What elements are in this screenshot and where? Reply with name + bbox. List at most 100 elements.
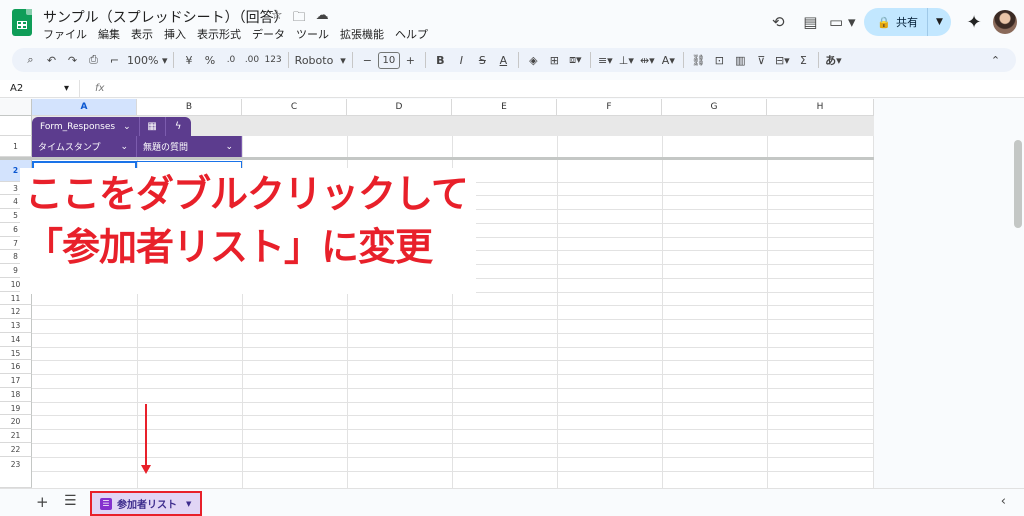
menu-file[interactable]: ファイル xyxy=(43,26,87,42)
insert-comment-icon[interactable]: ⊡ xyxy=(709,50,730,70)
row-header-15[interactable]: 15 xyxy=(0,347,32,360)
menu-edit[interactable]: 編集 xyxy=(98,26,120,42)
comments-icon[interactable]: ▤ xyxy=(794,8,826,36)
row-header-21[interactable]: 21 xyxy=(0,429,32,443)
redo-icon[interactable]: ↷ xyxy=(62,50,83,70)
menu-data[interactable]: データ xyxy=(252,26,285,42)
sheet-tab-dropdown-icon[interactable]: ▼ xyxy=(186,500,191,508)
decrease-decimal-button[interactable]: .0 xyxy=(220,50,241,70)
table-name: Form_Responses xyxy=(40,121,116,132)
row-header-18[interactable]: 18 xyxy=(0,388,32,402)
sheets-window: サンプル（スプレッドシート）（回答） ☆ 🗀 ☁ ファイル 編集 表示 挿入 表… xyxy=(0,0,1024,516)
table-view-icon[interactable]: ▦ xyxy=(138,117,165,136)
number-format-button[interactable]: 123 xyxy=(262,50,283,70)
row-header-14[interactable]: 14 xyxy=(0,333,32,347)
horizontal-align-icon[interactable]: ≡▾ xyxy=(595,50,616,70)
column-header-c[interactable]: C xyxy=(242,99,347,116)
annotation-line-1: ここをダブルクリックして xyxy=(25,172,469,216)
freeze-divider[interactable] xyxy=(0,157,874,160)
sheet-tab[interactable]: ☰ 参加者リスト ▼ xyxy=(90,491,202,516)
explore-collapse-icon[interactable]: ‹ xyxy=(1001,494,1006,509)
input-tools-button[interactable]: あ ▾ xyxy=(823,50,844,70)
column-header-b[interactable]: B xyxy=(137,99,242,116)
paint-format-icon[interactable]: ⌐ xyxy=(104,50,125,70)
meet-icon[interactable]: ▭ ▾ xyxy=(826,8,858,36)
avatar[interactable] xyxy=(993,10,1017,34)
name-box-dropdown-icon[interactable]: ▾ xyxy=(64,83,69,94)
column-header-a[interactable]: A xyxy=(32,99,137,116)
row-header-22[interactable]: 22 xyxy=(0,443,32,457)
table-column-header-timestamp[interactable]: タイムスタンプ ⌄ xyxy=(32,136,137,157)
insert-link-icon[interactable]: ⛓ xyxy=(688,50,709,70)
table-automation-icon[interactable]: ϟ xyxy=(164,117,191,136)
share-button[interactable]: 🔒 共有 ▼ xyxy=(864,8,951,36)
insert-chart-icon[interactable]: ▥ xyxy=(730,50,751,70)
search-icon[interactable]: ⌕ xyxy=(20,50,41,70)
name-box[interactable]: A2 ▾ xyxy=(0,80,80,97)
row-header-23[interactable]: 23 xyxy=(0,457,32,488)
functions-icon[interactable]: Σ xyxy=(793,50,814,70)
row-header-16[interactable]: 16 xyxy=(0,360,32,374)
italic-button[interactable]: I xyxy=(451,50,472,70)
bold-button[interactable]: B xyxy=(430,50,451,70)
select-all-corner[interactable] xyxy=(0,99,32,116)
font-select[interactable]: Roboto ▾ xyxy=(293,50,348,70)
column-header-g[interactable]: G xyxy=(662,99,767,116)
column-header-e[interactable]: E xyxy=(452,99,557,116)
lock-icon: 🔒 xyxy=(877,15,891,29)
add-sheet-icon[interactable]: + xyxy=(36,493,49,511)
sheets-logo-icon[interactable] xyxy=(12,9,32,36)
menu-format[interactable]: 表示形式 xyxy=(197,26,241,42)
print-icon[interactable]: ⎙ xyxy=(83,50,104,70)
fill-color-icon[interactable]: ◈ xyxy=(523,50,544,70)
column-gridline xyxy=(557,116,558,488)
document-title[interactable]: サンプル（スプレッドシート）（回答） xyxy=(43,7,288,27)
menu-extensions[interactable]: 拡張機能 xyxy=(340,26,384,42)
merge-cells-icon[interactable]: ⧈▾ xyxy=(565,50,586,70)
borders-icon[interactable]: ⊞ xyxy=(544,50,565,70)
increase-decimal-button[interactable]: .00 xyxy=(241,50,262,70)
column-header-f[interactable]: F xyxy=(557,99,662,116)
undo-icon[interactable]: ↶ xyxy=(41,50,62,70)
row-header-19[interactable]: 19 xyxy=(0,402,32,415)
row-header-1[interactable]: 1 xyxy=(0,136,32,157)
menu-insert[interactable]: 挿入 xyxy=(164,26,186,42)
column-header-d[interactable]: D xyxy=(347,99,452,116)
text-wrap-icon[interactable]: ⇹▾ xyxy=(637,50,658,70)
filter-views-icon[interactable]: ⊟▾ xyxy=(772,50,793,70)
row-header-12[interactable]: 12 xyxy=(0,305,32,319)
zoom-select[interactable]: 100% ▾ xyxy=(125,50,169,70)
history-icon[interactable]: ⟲ xyxy=(762,8,794,36)
vertical-align-icon[interactable]: ⊥▾ xyxy=(616,50,637,70)
font-size-decrease-icon[interactable]: − xyxy=(357,50,378,70)
all-sheets-icon[interactable]: ☰ xyxy=(64,493,77,509)
collapse-toolbar-icon[interactable]: ⌃ xyxy=(985,50,1006,70)
font-name: Roboto xyxy=(294,53,334,67)
column-header-h[interactable]: H xyxy=(767,99,874,116)
table-name-button[interactable]: Form_Responses ⌄ xyxy=(32,117,139,136)
filter-icon[interactable]: ⊽ xyxy=(751,50,772,70)
row-header-13[interactable]: 13 xyxy=(0,319,32,333)
row-header-20[interactable]: 20 xyxy=(0,415,32,429)
vertical-scrollbar[interactable] xyxy=(1014,140,1022,228)
percent-button[interactable]: % xyxy=(199,50,220,70)
row-header-17[interactable]: 17 xyxy=(0,374,32,388)
cell-reference: A2 xyxy=(10,83,24,94)
text-rotation-icon[interactable]: A▾ xyxy=(658,50,679,70)
strikethrough-button[interactable]: S xyxy=(472,50,493,70)
gemini-icon[interactable]: ✦ xyxy=(959,12,989,33)
currency-button[interactable]: ¥ xyxy=(178,50,199,70)
share-main[interactable]: 🔒 共有 xyxy=(864,8,927,36)
menu-tools[interactable]: ツール xyxy=(296,26,329,42)
text-color-button[interactable]: A xyxy=(493,50,514,70)
menu-view[interactable]: 表示 xyxy=(131,26,153,42)
menu-help[interactable]: ヘルプ xyxy=(395,26,428,42)
table-column-header-question[interactable]: 無題の質問 ⌄ xyxy=(137,136,242,157)
font-size-input[interactable]: 10 xyxy=(377,51,400,69)
share-dropdown-icon[interactable]: ▼ xyxy=(927,8,951,36)
table-header-label: 無題の質問 xyxy=(143,143,189,153)
input-tools-label: あ xyxy=(825,54,837,67)
font-size-increase-icon[interactable]: + xyxy=(400,50,421,70)
table-header-label: タイムスタンプ xyxy=(38,143,101,153)
row-gridline xyxy=(32,457,874,458)
